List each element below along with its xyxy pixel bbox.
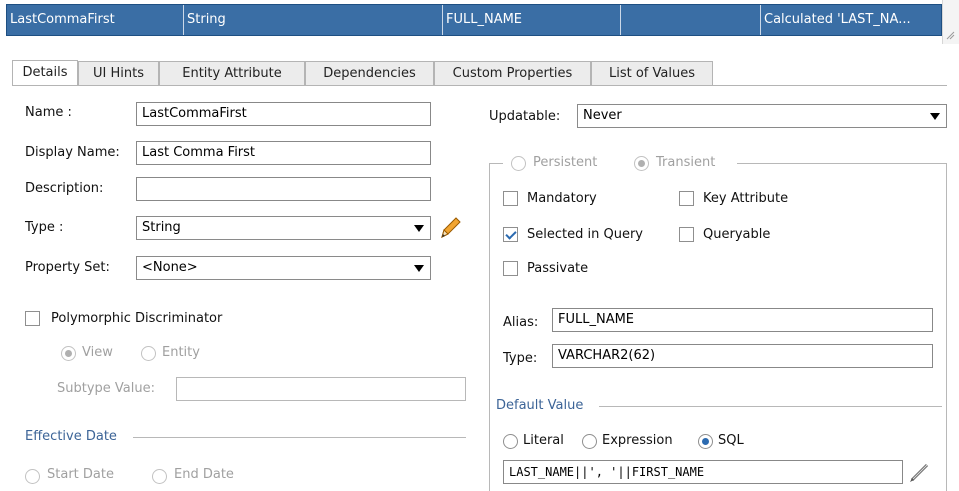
- key-attribute-checkbox[interactable]: [679, 191, 694, 206]
- alias-label: Alias:: [503, 315, 539, 330]
- selected-in-query-checkbox[interactable]: [503, 227, 518, 242]
- expression-label: Expression: [602, 433, 673, 448]
- sql-radio[interactable]: [698, 434, 713, 449]
- persistent-label: Persistent: [533, 155, 598, 170]
- display-name-field[interactable]: Last Comma First: [136, 141, 431, 165]
- subtype-value-label: Subtype Value:: [57, 381, 155, 396]
- tab-dependencies[interactable]: Dependencies: [305, 61, 434, 86]
- type-select-value: String: [142, 220, 181, 235]
- transient-label: Transient: [656, 155, 716, 170]
- updatable-label: Updatable:: [489, 109, 561, 124]
- queryable-label: Queryable: [703, 227, 771, 242]
- row-cell-default: Calculated 'LAST_NA...: [764, 12, 911, 27]
- type-select[interactable]: String: [136, 216, 431, 240]
- pencil-icon[interactable]: [437, 214, 463, 240]
- end-date-label: End Date: [174, 467, 234, 482]
- property-set-value: <None>: [142, 260, 198, 275]
- key-attribute-label: Key Attribute: [703, 191, 789, 206]
- view-radio-label: View: [82, 345, 113, 360]
- sql-expression-field[interactable]: LAST_NAME||', '||FIRST_NAME: [503, 460, 903, 484]
- tab-custom-properties[interactable]: Custom Properties: [434, 61, 591, 86]
- start-date-label: Start Date: [47, 467, 114, 482]
- row-cell-alias: FULL_NAME: [443, 5, 621, 35]
- passivate-label: Passivate: [527, 261, 589, 276]
- group-border-top-right: [737, 163, 947, 164]
- tab-entity-attribute[interactable]: Entity Attribute: [159, 61, 305, 86]
- view-radio[interactable]: [61, 346, 76, 361]
- updatable-value: Never: [583, 108, 622, 123]
- display-name-label: Display Name:: [25, 145, 120, 160]
- end-date-radio[interactable]: [152, 469, 167, 484]
- entity-radio-label: Entity: [162, 345, 200, 360]
- alias-field[interactable]: FULL_NAME: [552, 308, 933, 332]
- transient-radio[interactable]: [634, 156, 649, 171]
- group-border-left: [489, 163, 490, 491]
- name-label: Name :: [25, 105, 72, 120]
- group-border-right: [946, 163, 947, 491]
- row-cell-empty: [621, 5, 761, 35]
- selected-attribute-row[interactable]: LastCommaFirst String FULL_NAME Calculat…: [6, 4, 942, 36]
- chevron-down-icon: [414, 265, 424, 272]
- selected-in-query-label: Selected in Query: [527, 227, 643, 242]
- effective-date-divider: [133, 437, 466, 438]
- description-label: Description:: [25, 181, 104, 196]
- expression-radio[interactable]: [582, 434, 597, 449]
- row-cell-type: String: [184, 5, 443, 35]
- default-value-divider: [599, 406, 942, 407]
- polymorphic-discriminator-label: Polymorphic Discriminator: [51, 311, 223, 326]
- tab-divider: [12, 85, 947, 86]
- polymorphic-discriminator-checkbox[interactable]: [25, 311, 40, 326]
- entity-radio[interactable]: [141, 346, 156, 361]
- description-field[interactable]: [136, 177, 431, 201]
- group-border-top-left: [489, 163, 503, 164]
- literal-label: Literal: [523, 433, 564, 448]
- start-date-radio[interactable]: [25, 469, 40, 484]
- persistent-radio[interactable]: [511, 156, 526, 171]
- default-value-section-title: Default Value: [496, 398, 584, 413]
- effective-date-section-title: Effective Date: [25, 429, 117, 444]
- type-field[interactable]: VARCHAR2(62): [552, 344, 933, 368]
- row-cell-name: LastCommaFirst: [7, 5, 184, 35]
- pencil-icon[interactable]: [907, 459, 933, 485]
- literal-radio[interactable]: [503, 434, 518, 449]
- mandatory-checkbox[interactable]: [503, 191, 518, 206]
- resize-grip-icon[interactable]: [945, 30, 955, 40]
- type-label-right: Type:: [503, 351, 538, 366]
- mandatory-label: Mandatory: [527, 191, 597, 206]
- sql-label: SQL: [718, 433, 744, 448]
- tab-details[interactable]: Details: [12, 60, 78, 86]
- chevron-down-icon: [414, 225, 424, 232]
- type-label: Type :: [25, 220, 64, 235]
- chevron-down-icon: [930, 113, 940, 120]
- subtype-value-field[interactable]: [176, 377, 466, 401]
- tab-ui-hints[interactable]: UI Hints: [78, 61, 159, 86]
- tab-list-of-values[interactable]: List of Values: [591, 61, 713, 86]
- property-set-select[interactable]: <None>: [136, 256, 431, 280]
- passivate-checkbox[interactable]: [503, 261, 518, 276]
- updatable-select[interactable]: Never: [577, 104, 947, 128]
- name-field[interactable]: LastCommaFirst: [136, 102, 431, 126]
- queryable-checkbox[interactable]: [679, 227, 694, 242]
- property-set-label: Property Set:: [25, 260, 110, 275]
